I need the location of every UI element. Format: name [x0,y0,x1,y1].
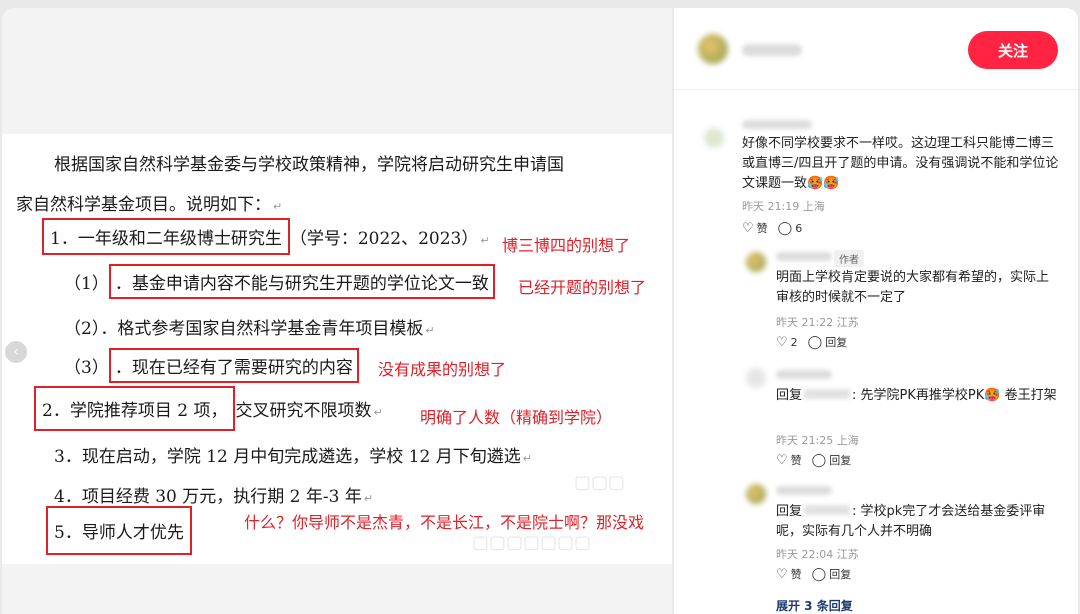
annotation-5: 什么？你导师不是杰青，不是长江，不是院士啊？那没戏 [244,513,645,532]
annotation-4: 明确了人数（精确到学院） [420,408,613,427]
doc-item3: 3．现在启动，学院 12 月中旬完成遴选，学校 12 月下旬遴选 ↵ [54,447,532,467]
doc-item5: 5．导师人才优先 [46,506,192,555]
author-header: 关注 [674,8,1078,90]
doc-intro-line1: 根据国家自然科学基金委与学校政策精神，学院将启动研究生申请国 [54,155,564,175]
heart-icon: ♡ [776,452,788,468]
watermark: ▢▢▢ [574,472,626,493]
watermark: ▢▢▢▢▢▢▢ [472,532,592,553]
like-button[interactable]: ♡ 赞 [742,220,768,236]
annotation-2: 已经开题的别想了 [518,278,647,297]
like-button[interactable]: ♡ 赞 [776,452,802,468]
reply-button[interactable]: ◯ 回复 [812,566,852,582]
author-tag: 作者 [834,250,864,267]
comment-time: 昨天 21:19 上海 [742,200,825,213]
chevron-left-icon[interactable]: ‹ [5,341,27,363]
doc-intro-line2: 家自然科学基金项目。说明如下： ↵ [16,195,283,215]
doc-item1: 1．一年级和二年级博士研究生 （学号：2022、2023） ↵ [42,218,490,255]
doc-item4: 4．项目经费 30 万元，执行期 2 年-3 年 ↵ [54,487,374,507]
reply-button[interactable]: ◯ 6 [778,222,803,235]
comment-actions: ♡ 赞 ◯ 6 [742,220,802,236]
reply-actions: ♡ 赞 ◯ 回复 [776,452,851,468]
annotation-3: 没有成果的别想了 [378,360,507,379]
annotation-1: 博三博四的别想了 [502,236,631,255]
avatar[interactable] [746,368,766,388]
comment-bubble-icon: ◯ [811,452,827,468]
avatar[interactable] [704,128,724,148]
avatar[interactable] [746,252,766,272]
image-viewer: 根据国家自然科学基金委与学校政策精神，学院将启动研究生申请国 家自然科学基金项目… [2,8,672,614]
reply-time: 昨天 21:25 上海 [776,434,859,447]
doc-sub2: （2）．格式参考国家自然科学基金青年项目模板 ↵ [64,319,435,339]
document-image: 根据国家自然科学基金委与学校政策精神，学院将启动研究生申请国 家自然科学基金项目… [2,134,672,564]
reply-actions: ♡ 2 ◯ 回复 [776,334,847,350]
like-button[interactable]: ♡ 赞 [776,566,802,582]
reply-text: 回复: 学校pk完了才会送给基金委评审呢，实际有几个人并不明确 [776,504,1046,539]
expand-replies-link[interactable]: 展开 3 条回复 [776,597,853,614]
note-viewer: 根据国家自然科学基金委与学校政策精神，学院将启动研究生申请国 家自然科学基金项目… [0,0,1080,614]
author-name-blurred[interactable] [742,44,802,56]
comment-bubble-icon: ◯ [777,220,793,236]
like-button[interactable]: ♡ 2 [776,336,798,349]
comment-bubble-icon: ◯ [807,334,823,350]
follow-button[interactable]: 关注 [968,31,1058,69]
reply-actions: ♡ 赞 ◯ 回复 [776,566,851,582]
heart-icon: ♡ [776,334,788,350]
reply-text: 回复: 先学院PK再推学校PK🥵 卷王打架 [776,388,1057,403]
reply-button[interactable]: ◯ 回复 [808,334,848,350]
commenter-name-blurred[interactable] [776,370,832,379]
commenter-name-blurred[interactable] [776,252,832,261]
reply-time: 昨天 21:22 江苏 [776,316,859,329]
reply-text: 明面上学校肯定要说的大家都有希望的，实际上审核的时候就不一定了 [776,270,1050,305]
reply-button[interactable]: ◯ 回复 [812,452,852,468]
commenter-name-blurred[interactable] [776,486,832,495]
comment-bubble-icon: ◯ [811,566,827,582]
avatar[interactable] [746,484,766,504]
doc-item2: 2．学院推荐项目 2 项， 交叉研究不限项数 ↵ [34,386,383,431]
doc-sub1: （1） ．基金申请内容不能与研究生开题的学位论文一致 [64,264,495,299]
comments-panel: 关注 好像不同学校要求不一样哎。这边理工科只能博二博三或直博三/四且开了题的申请… [674,8,1078,614]
heart-icon: ♡ [776,566,788,582]
doc-sub3: （3） ．现在已经有了需要研究的内容 [64,348,359,383]
commenter-name-blurred[interactable] [742,120,812,129]
reply-time: 昨天 22:04 江苏 [776,548,859,561]
comment-text: 好像不同学校要求不一样哎。这边理工科只能博二博三或直博三/四且开了题的申请。没有… [742,136,1059,191]
avatar[interactable] [698,34,728,64]
heart-icon: ♡ [742,220,754,236]
